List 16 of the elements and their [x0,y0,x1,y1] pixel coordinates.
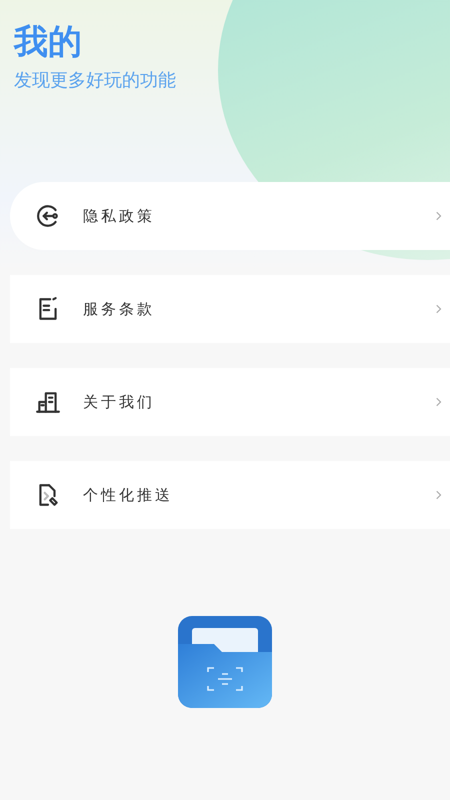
menu-item[interactable]: 关于我们 [10,368,450,436]
menu-label: 隐私政策 [83,208,156,226]
menu-item[interactable]: 服务条款 [10,275,450,343]
menu-label: 服务条款 [83,300,156,318]
page-subtitle: 发现更多好玩的功能 [14,69,177,92]
folder-scan-icon [178,616,272,708]
menu-item[interactable]: 个性化推送 [10,461,450,529]
chevron-right-icon [436,490,442,500]
chevron-right-icon [436,304,442,314]
page-title: 我的 [14,21,83,64]
chevron-right-icon [436,211,442,221]
menu-item[interactable]: 隐私政策 [10,182,450,250]
menu-label: 关于我们 [83,394,156,412]
menu-label: 个性化推送 [83,486,174,504]
exit-icon [35,203,61,229]
chevron-right-icon [436,397,442,407]
